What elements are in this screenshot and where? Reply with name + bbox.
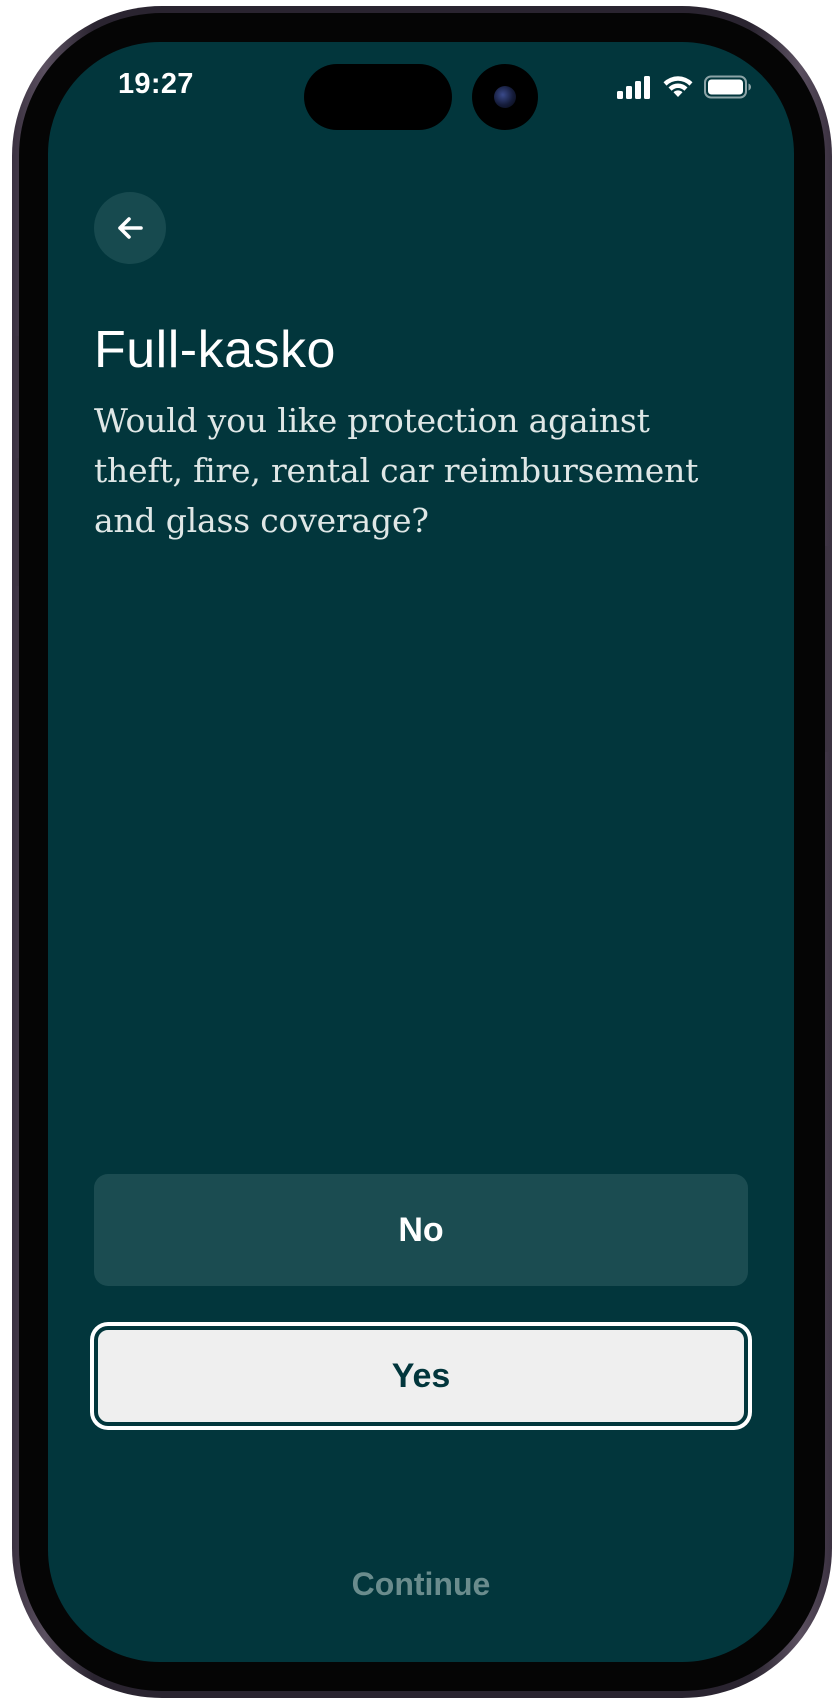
front-camera [472,64,538,130]
continue-button[interactable]: Continue [48,1566,794,1603]
status-time: 19:27 [118,68,194,100]
status-icons [616,72,752,102]
app-screen: 19:27 Full-kasko Would you like protecti… [48,42,794,1662]
page-title: Full-kasko [94,321,336,379]
yes-option-button[interactable]: Yes [94,1326,748,1426]
wifi-icon [663,76,693,97]
arrow-left-icon [118,217,143,239]
dynamic-island [304,64,452,130]
signal-icon [617,76,650,99]
back-button[interactable] [94,192,166,264]
question-text: Would you like protection against theft,… [94,401,699,540]
no-option-button[interactable]: No [94,1174,748,1286]
battery-icon [704,75,751,99]
